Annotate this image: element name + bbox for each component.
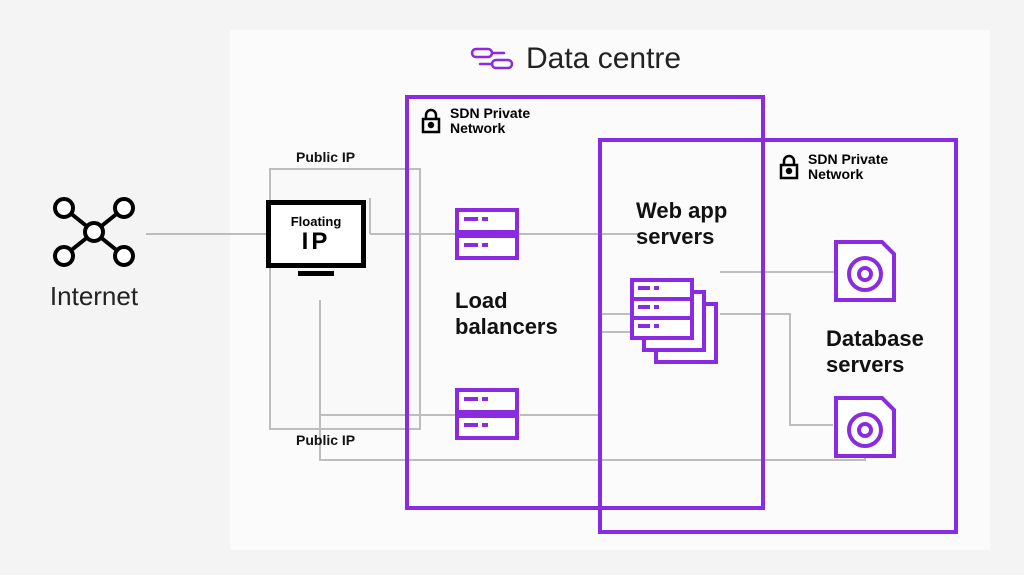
sdn-left-block: SDN Private Network <box>420 106 530 137</box>
monitor-stand <box>298 271 334 276</box>
database-1-icon <box>832 238 898 304</box>
internet-block: Internet <box>48 196 140 312</box>
floating-ip-l2: IP <box>302 230 331 254</box>
diagram-canvas: Data centre Internet Floating IP Public … <box>0 0 1024 575</box>
load-balancer-2-icon <box>455 388 519 440</box>
floating-ip-monitor: Floating IP <box>266 200 366 268</box>
public-ip-bottom-label: Public IP <box>296 432 355 448</box>
title-text: Data centre <box>526 42 681 76</box>
web-app-servers-icon <box>626 274 722 370</box>
internet-label: Internet <box>48 281 140 312</box>
floating-ip-l1: Floating <box>291 215 342 228</box>
database-servers-label: Database servers <box>826 326 946 378</box>
title-row: Data centre <box>470 42 681 76</box>
load-balancer-1-icon <box>455 208 519 260</box>
sdn-left-text: SDN Private Network <box>450 106 530 137</box>
database-2-icon <box>832 394 898 460</box>
web-app-servers-label: Web app servers <box>636 198 756 250</box>
public-ip-top-label: Public IP <box>296 149 355 165</box>
sdn-right-text: SDN Private Network <box>808 152 888 183</box>
floating-ip-block: Floating IP <box>266 200 366 276</box>
datacentre-icon <box>470 46 514 72</box>
sdn-right-block: SDN Private Network <box>778 152 888 183</box>
lock-icon <box>778 154 800 180</box>
load-balancers-label: Load balancers <box>455 288 575 340</box>
internet-icon <box>48 196 140 268</box>
lock-icon <box>420 108 442 134</box>
